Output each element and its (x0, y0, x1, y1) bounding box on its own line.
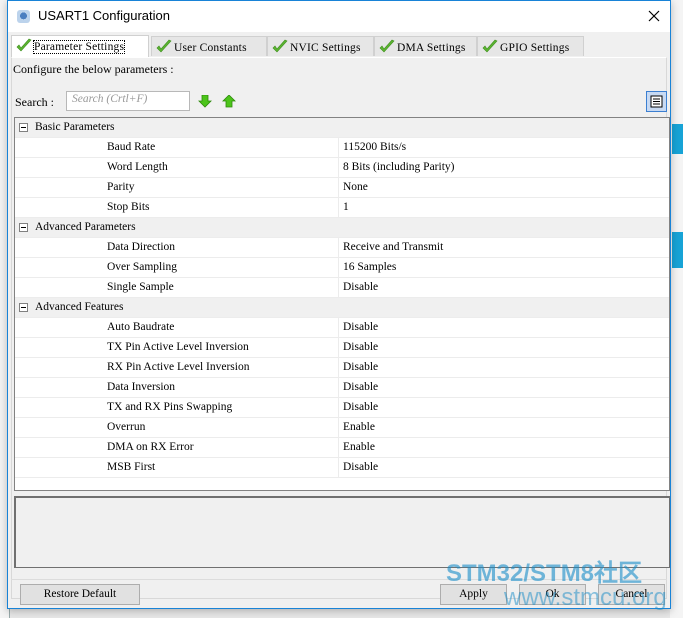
parameter-row[interactable]: RX Pin Active Level Inversion Disable (15, 358, 669, 378)
parameter-row[interactable]: DMA on RX Error Enable (15, 438, 669, 458)
tab-parameter-settings[interactable]: Parameter Settings (11, 35, 149, 57)
parameter-value[interactable]: 115200 Bits/s (338, 138, 406, 157)
parameter-name: TX and RX Pins Swapping (107, 401, 233, 413)
ok-button[interactable]: Ok (519, 584, 586, 605)
check-icon (272, 39, 288, 53)
parameter-name: Stop Bits (107, 201, 150, 213)
check-icon (16, 38, 32, 52)
group-name: Basic Parameters (35, 121, 115, 133)
parameter-name: Auto Baudrate (107, 321, 175, 333)
restore-default-button[interactable]: Restore Default (20, 584, 140, 605)
separator (11, 579, 667, 580)
tab-label: DMA Settings (397, 42, 466, 54)
group-row[interactable]: Advanced Features (15, 298, 669, 318)
description-box (14, 496, 670, 568)
tab-label: Parameter Settings (32, 40, 126, 54)
group-row[interactable]: Advanced Parameters (15, 218, 669, 238)
cancel-button[interactable]: Cancel (598, 584, 665, 605)
search-input[interactable]: Search (Crtl+F) (66, 91, 190, 111)
tab-label: NVIC Settings (290, 42, 361, 54)
parameter-value[interactable]: Disable (338, 398, 378, 417)
check-icon (482, 39, 498, 53)
collapse-icon[interactable] (19, 223, 28, 232)
parameter-row[interactable]: Word Length 8 Bits (including Parity) (15, 158, 669, 178)
parameter-value[interactable]: 16 Samples (338, 258, 396, 277)
parameter-value[interactable]: Disable (338, 378, 378, 397)
parameter-row[interactable]: Parity None (15, 178, 669, 198)
collapse-icon[interactable] (19, 303, 28, 312)
app-icon (17, 10, 30, 23)
parameter-row[interactable]: Baud Rate 115200 Bits/s (15, 138, 669, 158)
parameter-value[interactable]: Disable (338, 338, 378, 357)
parameter-name: Data Inversion (107, 381, 176, 393)
title-bar[interactable]: USART1 Configuration (8, 1, 670, 32)
parameter-name: MSB First (107, 461, 156, 473)
parameter-row[interactable]: Data Direction Receive and Transmit (15, 238, 669, 258)
tab-dma-settings[interactable]: DMA Settings (374, 36, 477, 56)
parameter-name: Word Length (107, 161, 168, 173)
tab-user-constants[interactable]: User Constants (151, 36, 267, 56)
parameter-name: Baud Rate (107, 141, 156, 153)
group-row[interactable]: Basic Parameters (15, 118, 669, 138)
usart1-configuration-dialog: USART1 Configuration Parameter Settings … (7, 0, 671, 609)
parameter-row[interactable]: Over Sampling 16 Samples (15, 258, 669, 278)
group-name: Advanced Features (35, 301, 124, 313)
tab-gpio-settings[interactable]: GPIO Settings (477, 36, 584, 56)
parameter-value[interactable]: Disable (338, 278, 378, 297)
list-view-icon (650, 95, 663, 108)
tab-label: GPIO Settings (500, 42, 570, 54)
arrow-up-icon[interactable] (222, 95, 236, 108)
parameter-row[interactable]: Data Inversion Disable (15, 378, 669, 398)
tab-nvic-settings[interactable]: NVIC Settings (267, 36, 374, 56)
parameter-row[interactable]: Auto Baudrate Disable (15, 318, 669, 338)
parameter-value[interactable]: Enable (338, 418, 375, 437)
close-icon (648, 10, 660, 22)
parameter-value[interactable]: Disable (338, 458, 378, 477)
arrow-down-icon[interactable] (198, 95, 212, 108)
tab-label: User Constants (174, 42, 247, 54)
parameter-name: Data Direction (107, 241, 176, 253)
parameter-name: DMA on RX Error (107, 441, 194, 453)
parameter-value[interactable]: 1 (338, 198, 349, 217)
parameter-value[interactable]: 8 Bits (including Parity) (338, 158, 454, 177)
parameter-row[interactable]: TX Pin Active Level Inversion Disable (15, 338, 669, 358)
parameter-value[interactable]: Enable (338, 438, 375, 457)
list-view-toggle[interactable] (646, 91, 667, 112)
parameter-value[interactable]: Disable (338, 318, 378, 337)
check-icon (156, 39, 172, 53)
close-button[interactable] (636, 1, 670, 32)
check-icon (379, 39, 395, 53)
parameter-row[interactable]: Overrun Enable (15, 418, 669, 438)
apply-button[interactable]: Apply (440, 584, 507, 605)
background-right-panel (670, 0, 683, 618)
parameter-row[interactable]: MSB First Disable (15, 458, 669, 478)
parameter-name: Parity (107, 181, 135, 193)
parameter-row[interactable]: Stop Bits 1 (15, 198, 669, 218)
window-title: USART1 Configuration (38, 8, 170, 23)
parameter-name: RX Pin Active Level Inversion (107, 361, 250, 373)
search-label: Search : (15, 95, 54, 109)
instruction-label: Configure the below parameters : (13, 62, 174, 76)
parameter-row[interactable]: Single Sample Disable (15, 278, 669, 298)
parameter-name: Single Sample (107, 281, 174, 293)
parameter-value[interactable]: None (338, 178, 368, 197)
parameter-grid: Basic Parameters Baud Rate 115200 Bits/s Wo… (14, 117, 670, 491)
collapse-icon[interactable] (19, 123, 28, 132)
parameter-row[interactable]: TX and RX Pins Swapping Disable (15, 398, 669, 418)
parameter-value[interactable]: Receive and Transmit (338, 238, 443, 257)
parameter-name: TX Pin Active Level Inversion (107, 341, 249, 353)
parameter-name: Overrun (107, 421, 146, 433)
parameter-value[interactable]: Disable (338, 358, 378, 377)
parameter-name: Over Sampling (107, 261, 177, 273)
group-name: Advanced Parameters (35, 221, 136, 233)
